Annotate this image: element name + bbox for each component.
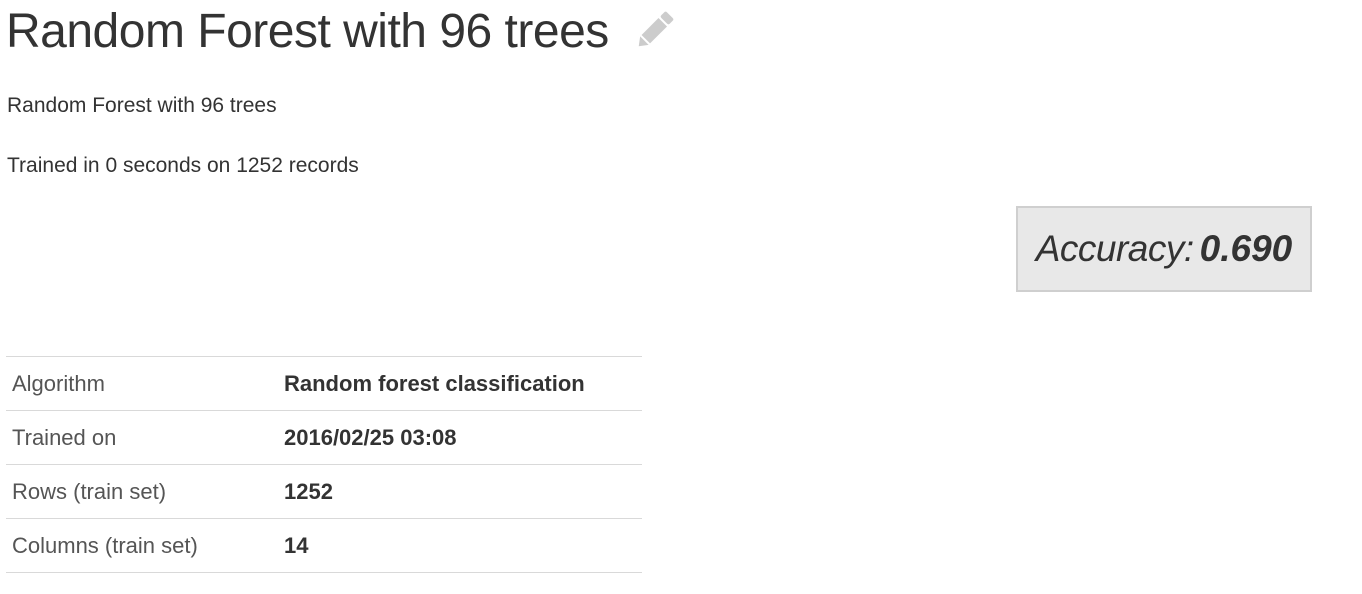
training-info: Trained in 0 seconds on 1252 records [7, 154, 359, 177]
table-row: Columns (train set) 14 [6, 518, 642, 573]
table-row: Algorithm Random forest classification [6, 356, 642, 411]
detail-value-trained-on: 2016/02/25 03:08 [284, 410, 642, 465]
detail-key-algorithm: Algorithm [6, 356, 284, 411]
pencil-icon-graphic [638, 11, 674, 47]
accuracy-metric-box: Accuracy: 0.690 [1016, 206, 1312, 292]
detail-key-columns: Columns (train set) [6, 518, 284, 573]
accuracy-label: Accuracy: [1035, 228, 1194, 269]
pencil-icon[interactable] [630, 6, 680, 54]
detail-value-rows: 1252 [284, 464, 642, 519]
accuracy-value: 0.690 [1199, 228, 1293, 269]
detail-value-columns: 14 [284, 518, 642, 573]
detail-key-trained-on: Trained on [6, 410, 284, 465]
detail-value-algorithm: Random forest classification [284, 356, 642, 411]
table-row: Rows (train set) 1252 [6, 464, 642, 519]
model-description: Random Forest with 96 trees [7, 94, 277, 117]
model-details-table: Algorithm Random forest classification T… [6, 356, 642, 573]
table-row: Trained on 2016/02/25 03:08 [6, 410, 642, 465]
page-title: Random Forest with 96 trees [6, 5, 609, 58]
detail-key-rows: Rows (train set) [6, 464, 284, 519]
